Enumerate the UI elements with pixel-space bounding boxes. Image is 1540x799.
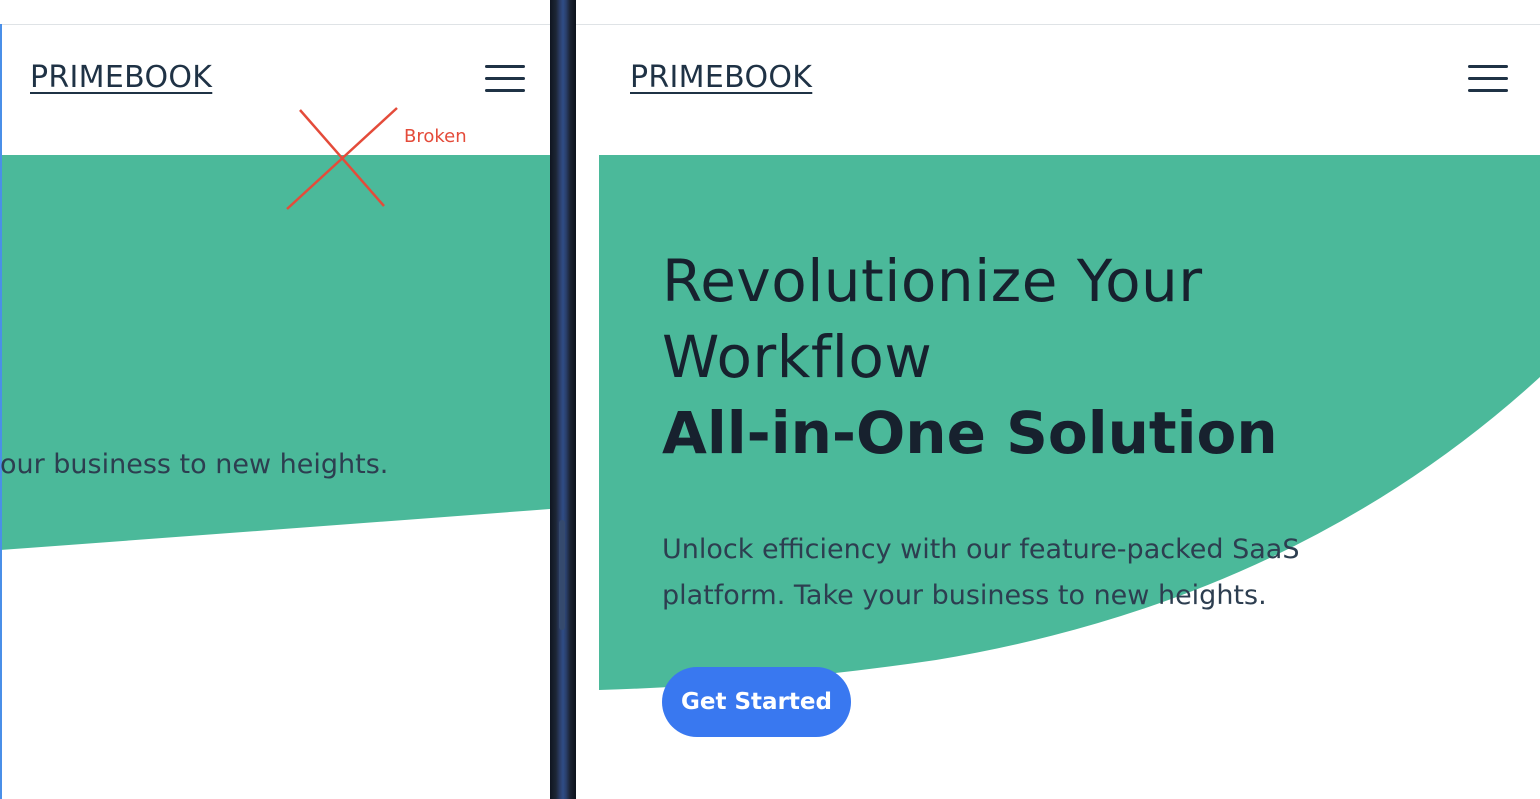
brand-logo-link[interactable]: PRIMEBOOK bbox=[630, 60, 812, 95]
hamburger-menu-icon[interactable] bbox=[1468, 65, 1508, 92]
red-x-icon bbox=[286, 107, 398, 210]
hero-subtitle: Unlock efficiency with our feature-packe… bbox=[662, 534, 1300, 611]
device-frame-divider bbox=[550, 0, 576, 799]
correct-render-panel: PRIMEBOOK Revolutionize Your Workflow Al… bbox=[576, 0, 1540, 799]
hero-heading: Revolutionize Your Workflow All-in-One S… bbox=[662, 243, 1278, 471]
hero-heading-emphasis: All-in-One Solution bbox=[662, 399, 1278, 467]
comparison-screenshot: PRIMEBOOK your business to new heights. … bbox=[0, 0, 1540, 799]
frame-button bbox=[559, 520, 565, 630]
broken-render-panel: PRIMEBOOK your business to new heights. … bbox=[0, 0, 550, 799]
hero-heading-line: Revolutionize Your bbox=[662, 247, 1203, 315]
broken-annotation: Broken bbox=[404, 126, 467, 147]
hero-heading-line: Workflow bbox=[662, 323, 933, 391]
get-started-button[interactable]: Get Started bbox=[662, 667, 851, 737]
